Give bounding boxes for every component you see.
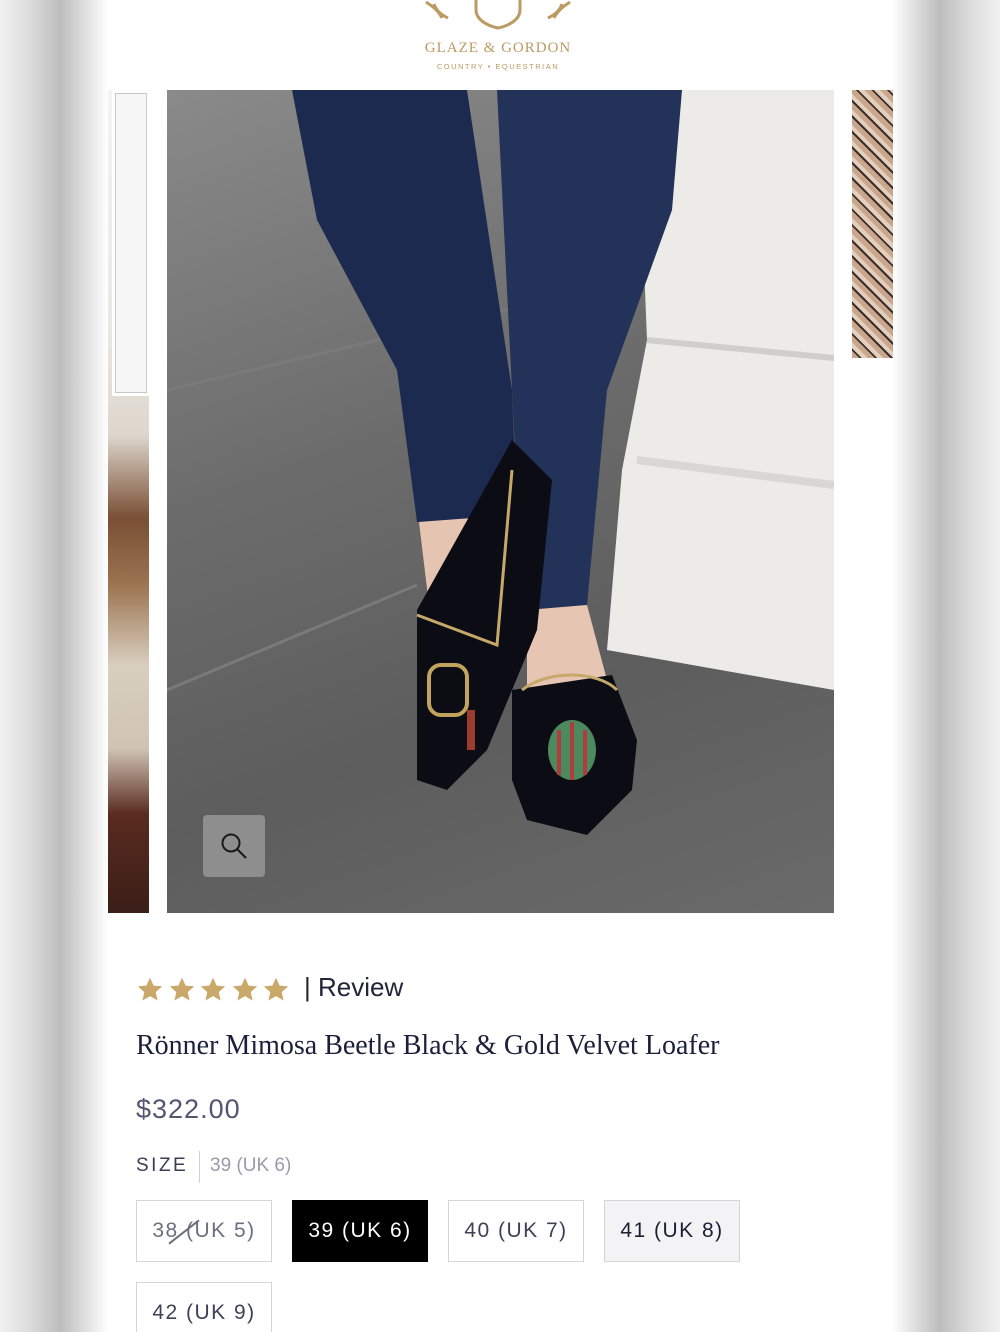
size-option-label: 41 (UK 8) (620, 1219, 724, 1242)
selected-size-value: 39 (UK 6) (210, 1155, 292, 1176)
star-icon (232, 977, 257, 1001)
star-icon (263, 977, 289, 1001)
next-product-image[interactable] (852, 90, 893, 358)
product-title: Rönner Mimosa Beetle Black & Gold Velvet… (136, 1030, 720, 1061)
loafer-photo (167, 90, 834, 835)
size-option-label: 40 (UK 7) (464, 1219, 568, 1242)
crest-icon (425, 0, 571, 30)
star-rating (136, 976, 296, 1008)
review-count-link[interactable]: | Review (304, 972, 403, 1003)
product-price: $322.00 (136, 1094, 241, 1124)
main-product-image[interactable] (167, 90, 834, 913)
star-icon (137, 977, 163, 1001)
product-image-carousel[interactable] (108, 90, 893, 913)
size-option-label: 42 (UK 9) (152, 1301, 256, 1324)
previous-product-image[interactable] (108, 90, 149, 913)
site-header: GLAZE & GORDON COUNTRY • EQUESTRIAN (108, 0, 893, 90)
brand-name: GLAZE & GORDON (424, 40, 572, 56)
search-icon (221, 833, 247, 859)
divider (199, 1151, 200, 1183)
brand-logo[interactable]: GLAZE & GORDON COUNTRY • EQUESTRIAN (388, 0, 608, 80)
product-page: GLAZE & GORDON COUNTRY • EQUESTRIAN | Re… (108, 0, 893, 1332)
size-option-38[interactable]: 38 (UK 5) (136, 1200, 272, 1262)
size-option-39[interactable]: 39 (UK 6) (292, 1200, 428, 1262)
zoom-button[interactable] (203, 815, 265, 877)
size-option-42[interactable]: 42 (UK 9) (136, 1282, 272, 1332)
size-option-41[interactable]: 41 (UK 8) (604, 1200, 740, 1262)
star-icon (169, 977, 194, 1001)
brand-tagline: COUNTRY • EQUESTRIAN (436, 62, 560, 71)
hamburger-menu-icon[interactable] (824, 0, 860, 2)
star-icon (200, 977, 226, 1001)
size-option-label: 38 (UK 5) (152, 1219, 256, 1242)
size-label: SIZE (136, 1155, 189, 1176)
size-option-label: 39 (UK 6) (308, 1219, 412, 1242)
size-option-40[interactable]: 40 (UK 7) (448, 1200, 584, 1262)
